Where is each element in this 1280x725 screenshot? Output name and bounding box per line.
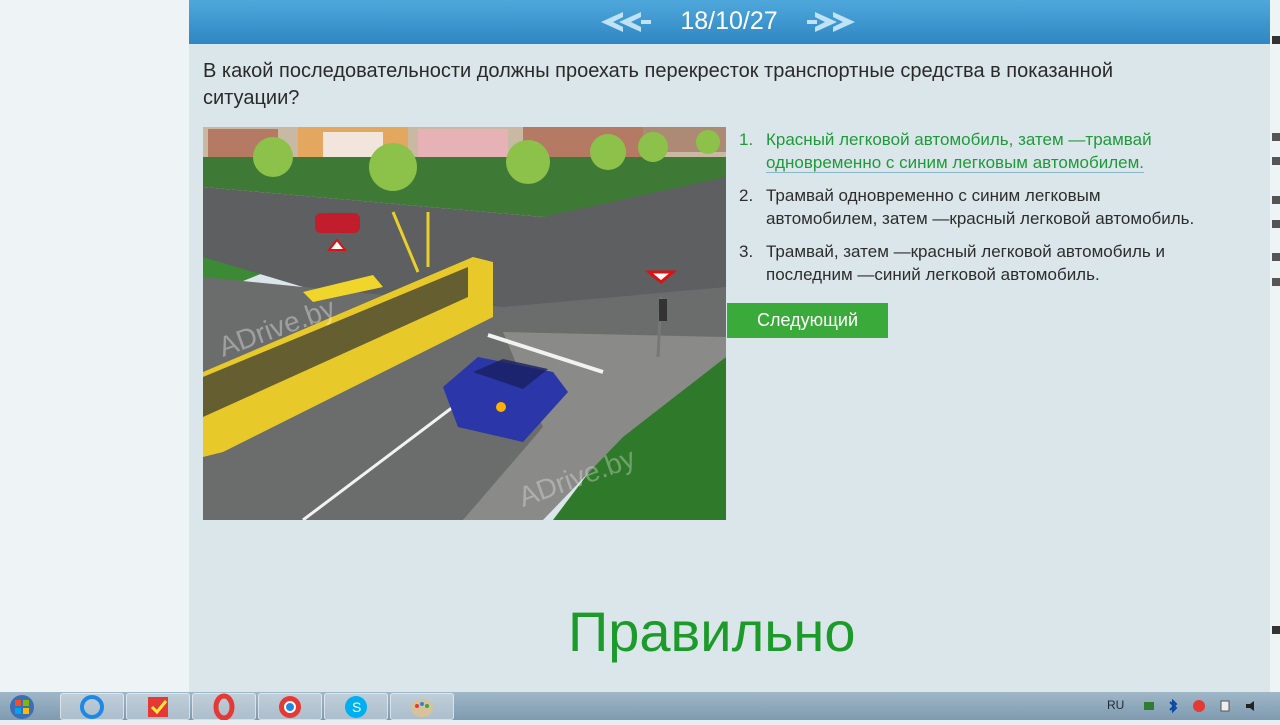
taskbar-paint[interactable] <box>390 693 454 720</box>
double-chevron-right-icon <box>807 12 855 32</box>
taskbar-chrome[interactable] <box>258 693 322 720</box>
opera-tray-icon[interactable] <box>1192 699 1206 713</box>
answer-option-1[interactable]: 1. Красный легковой автомобиль, затем —т… <box>739 128 1269 174</box>
windows-taskbar: S RU <box>0 692 1280 721</box>
scroll-marker <box>1272 253 1280 261</box>
tree <box>638 132 668 162</box>
scroll-marker <box>1272 36 1280 44</box>
left-blank-area <box>0 0 189 692</box>
traffic-light <box>659 299 667 321</box>
red-car <box>315 213 360 233</box>
scroll-marker <box>1272 220 1280 228</box>
scroll-marker <box>1272 278 1280 286</box>
next-question-button[interactable]: Следующий <box>727 303 888 338</box>
answer-text-line2: одновременно с синим легковым автомобиле… <box>766 153 1145 173</box>
scroll-marker <box>1272 626 1280 634</box>
answer-text-line1: Трамвай одновременно с синим легковым <box>766 186 1101 205</box>
answer-option-3[interactable]: 3. Трамвай, затем —красный легковой авто… <box>739 240 1269 286</box>
bluetooth-tray-icon[interactable] <box>1166 699 1180 713</box>
taskbar-checklist-app[interactable] <box>126 693 190 720</box>
windows-start-icon <box>10 695 34 719</box>
svg-text:S: S <box>352 699 361 715</box>
network-tray-icon[interactable] <box>1142 699 1156 713</box>
traffic-scene-image: ADrive.by ADrive.by <box>203 127 726 520</box>
answer-text-line2: автомобилем, затем —красный легковой авт… <box>766 209 1195 228</box>
tree <box>369 143 417 191</box>
checklist-app-icon <box>148 697 168 717</box>
volume-tray-icon[interactable] <box>1244 699 1258 713</box>
test-panel: 18/10/27 В какой последовательности долж… <box>189 0 1270 692</box>
result-message: Правильно <box>568 600 856 663</box>
tree <box>696 130 720 154</box>
tree <box>506 140 550 184</box>
ticket-number: 18/10/27 <box>680 7 778 35</box>
question-text: В какой последовательности должны проеха… <box>203 60 1114 109</box>
taskbar-skype[interactable]: S <box>324 693 388 720</box>
ticket-header: 18/10/27 <box>189 0 1270 44</box>
next-question-arrow-button[interactable] <box>807 8 855 36</box>
opera-icon <box>213 693 235 721</box>
answer-number: 2. <box>739 186 754 205</box>
tree <box>590 134 626 170</box>
taskbar-opera[interactable] <box>192 693 256 721</box>
scroll-marker <box>1272 157 1280 165</box>
answer-text-line1: Трамвай, затем —красный легковой автомоб… <box>766 242 1165 261</box>
answer-text-line2: последним —синий легковой автомобиль. <box>766 265 1100 284</box>
internet-explorer-icon <box>80 695 104 719</box>
answer-list: 1. Красный легковой автомобиль, затем —т… <box>739 128 1269 296</box>
previous-question-button[interactable] <box>601 8 651 36</box>
double-chevron-left-icon <box>601 12 651 32</box>
language-indicator[interactable]: RU <box>1107 698 1124 712</box>
scroll-marker <box>1272 196 1280 204</box>
scroll-markers <box>1272 36 1280 634</box>
right-edge-panel <box>1270 0 1280 692</box>
taskbar-ie[interactable] <box>60 693 124 720</box>
answer-number: 3. <box>739 242 754 261</box>
answer-number: 1. <box>739 130 754 149</box>
answer-option-2[interactable]: 2. Трамвай одновременно с синим легковым… <box>739 184 1269 230</box>
start-button[interactable] <box>2 693 42 720</box>
flag-tray-icon[interactable] <box>1218 699 1232 713</box>
tree <box>253 137 293 177</box>
scroll-marker <box>1272 133 1280 141</box>
answer-text-line1: Красный легковой автомобиль, затем —трам… <box>766 130 1152 149</box>
paint-icon <box>411 699 433 717</box>
chrome-icon <box>279 696 301 718</box>
skype-icon: S <box>345 696 367 718</box>
